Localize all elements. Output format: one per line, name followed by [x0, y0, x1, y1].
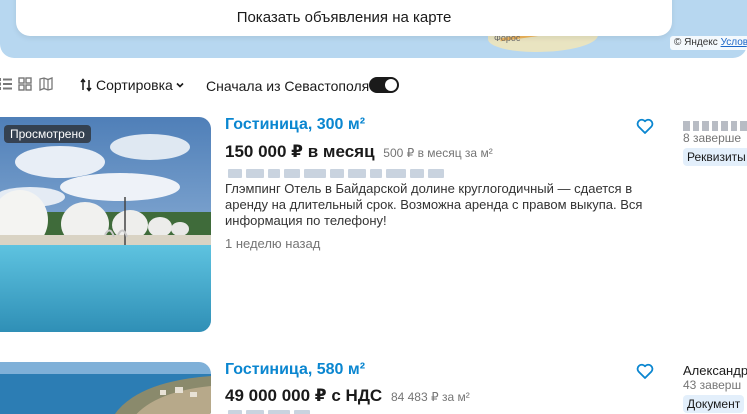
- listing-title[interactable]: Гостиница, 580 м²: [225, 361, 365, 379]
- toggle-knob: [385, 79, 397, 91]
- show-on-map-button[interactable]: Показать объявления на карте: [16, 0, 672, 36]
- blurred-address: [228, 169, 444, 178]
- listing-description: Глэмпинг Отель в Байдарской долине кругл…: [225, 181, 643, 228]
- blurred-address: [228, 410, 310, 414]
- listing-photo[interactable]: [0, 117, 211, 332]
- seller-name: Александр: [683, 363, 747, 378]
- seller-info[interactable]: Александр 43 заверш Документ: [683, 363, 747, 413]
- blurred-seller-name: [683, 121, 747, 131]
- heart-favorite-icon[interactable]: [636, 118, 654, 134]
- price-per-meter: 84 483 ₽ за м²: [390, 390, 470, 404]
- map-preview[interactable]: Форос Показать объявления на карте © Янд…: [0, 0, 747, 58]
- sort-label: Сортировка: [96, 77, 173, 93]
- listing-title[interactable]: Гостиница, 300 м²: [225, 116, 365, 134]
- price-value: 150 000 ₽ в месяц: [225, 142, 375, 161]
- heart-favorite-icon[interactable]: [636, 363, 654, 379]
- map-view-icon[interactable]: [39, 77, 53, 91]
- listing-price: 150 000 ₽ в месяц 500 ₽ в месяц за м²: [225, 142, 493, 162]
- viewed-badge: Просмотрено: [4, 125, 91, 143]
- list-view-icon[interactable]: [0, 77, 12, 91]
- chevron-down-icon: [176, 82, 184, 88]
- coast-photo: [0, 362, 211, 414]
- sort-dropdown[interactable]: Сортировка: [80, 77, 185, 93]
- seller-info[interactable]: 8 заверше Реквизиты: [683, 121, 747, 166]
- map-copyright: © Яндекс Услов: [670, 36, 747, 50]
- listing-posted-time: 1 неделю назад: [225, 236, 321, 251]
- sevastopol-first-toggle[interactable]: [369, 77, 399, 93]
- sevastopol-first-label: Сначала из Севастополя: [206, 78, 370, 94]
- map-terms-link[interactable]: Услов: [721, 37, 747, 48]
- listing-price: 49 000 000 ₽ с НДС 84 483 ₽ за м²: [225, 386, 470, 406]
- seller-deals-count: 8 заверше: [683, 131, 742, 145]
- sort-arrows-icon: [80, 78, 92, 92]
- seller-deals-count: 43 заверш: [683, 378, 742, 392]
- seller-requisites-badge[interactable]: Реквизиты: [683, 148, 747, 166]
- price-value: 49 000 000 ₽ с НДС: [225, 386, 383, 405]
- listing-photo[interactable]: [0, 362, 211, 414]
- seller-documents-badge[interactable]: Документ: [683, 395, 745, 413]
- grid-view-icon[interactable]: [18, 77, 32, 91]
- price-per-meter: 500 ₽ в месяц за м²: [383, 146, 493, 160]
- yandex-copyright: © Яндекс: [674, 37, 718, 48]
- glamping-pool-photo: [0, 117, 211, 332]
